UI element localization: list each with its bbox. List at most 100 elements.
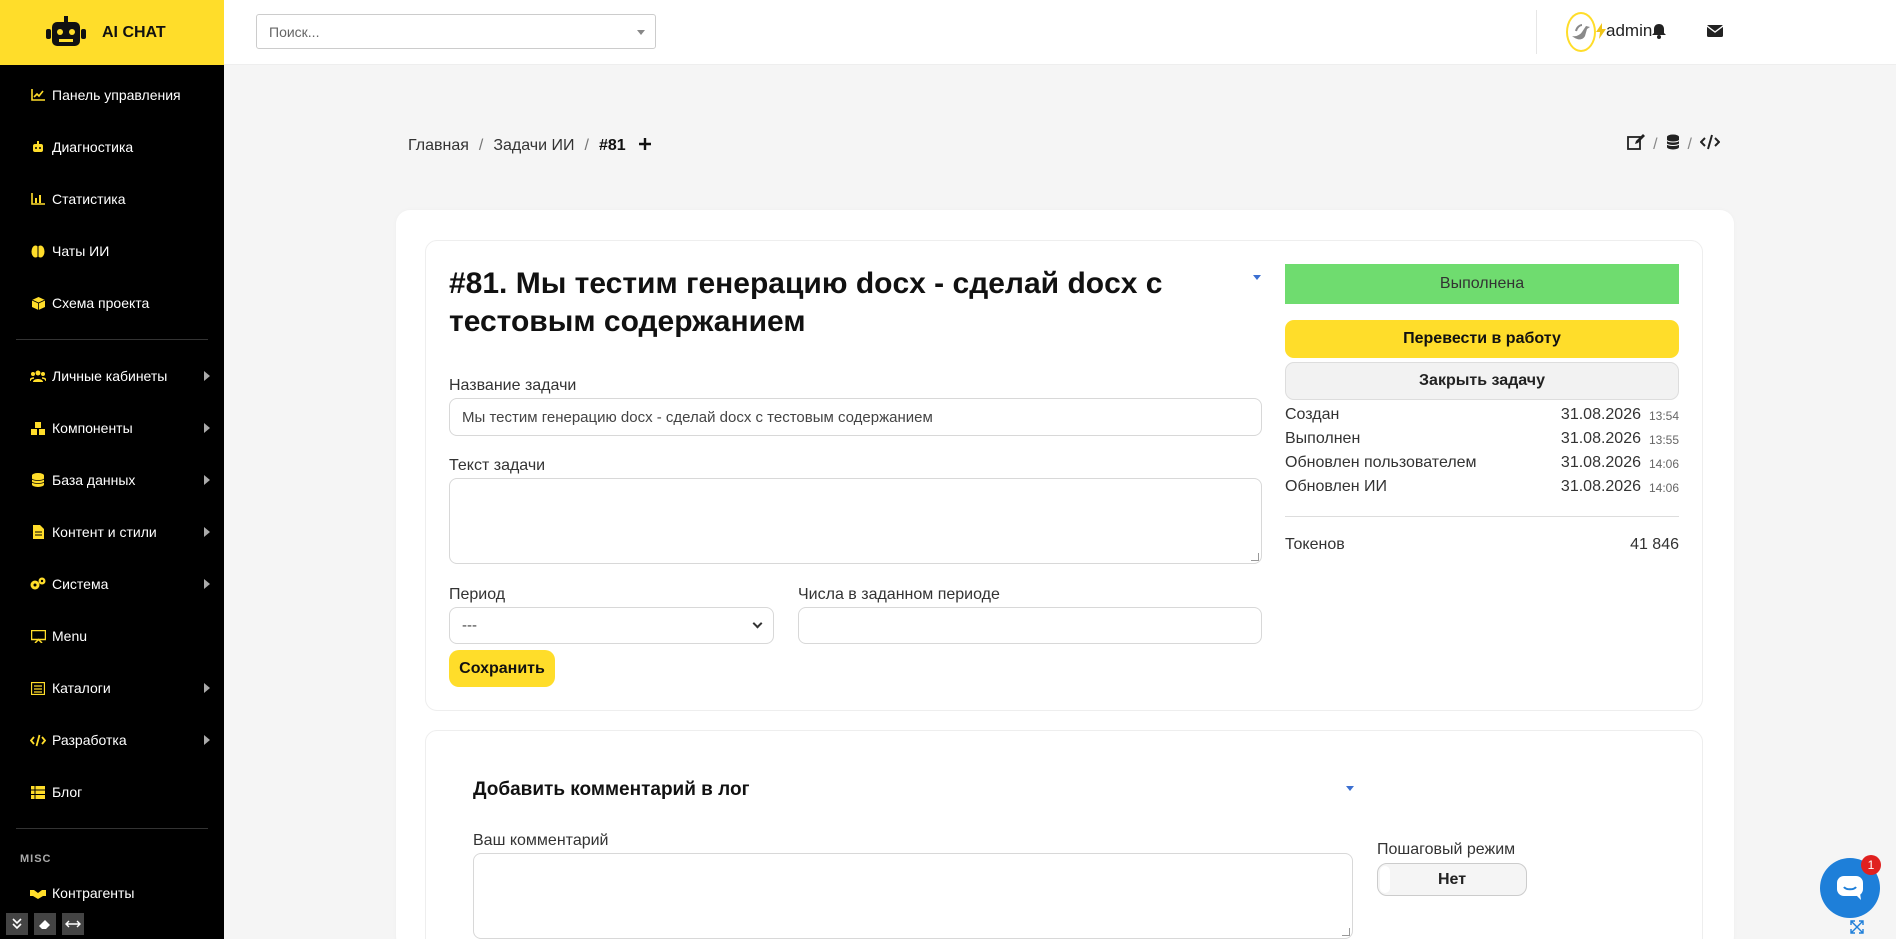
sidebar-item-label: Диагностика	[52, 139, 134, 155]
database-icon[interactable]	[1666, 134, 1680, 155]
code-icon[interactable]	[1699, 134, 1721, 155]
search-input[interactable]: Поиск...	[256, 14, 656, 49]
avatar[interactable]	[1566, 12, 1596, 52]
resize-handle-icon[interactable]	[1342, 928, 1350, 936]
page-title: #81. Мы тестим генерацию docx - сделай d…	[449, 267, 1163, 338]
period-select[interactable]: ---	[449, 607, 774, 644]
sidebar-item-label: Компоненты	[52, 420, 133, 436]
resize-handle-icon[interactable]	[1251, 553, 1259, 561]
meta-key: Обновлен пользователем	[1285, 454, 1477, 471]
sidebar-nav: Панель управления Диагностика Статистика…	[0, 65, 224, 329]
tokens-value: 41 846	[1630, 536, 1679, 553]
step-mode-toggle[interactable]: Нет	[1377, 863, 1527, 896]
close-task-button[interactable]: Закрыть задачу	[1285, 362, 1679, 400]
chevron-right-icon	[204, 683, 210, 693]
status-badge: Выполнена	[1285, 264, 1679, 304]
toggle-knob	[1380, 866, 1390, 893]
page-tools: / /	[1627, 134, 1721, 155]
tools-separator: /	[1687, 135, 1692, 153]
move-to-work-button[interactable]: Перевести в работу	[1285, 320, 1679, 358]
sidebar-item-personal-accounts[interactable]: Личные кабинеты	[0, 350, 224, 402]
tools-separator: /	[1653, 135, 1658, 153]
meta-key: Выполнен	[1285, 430, 1361, 447]
sidebar-item-label: Контрагенты	[52, 885, 135, 901]
comment-textarea[interactable]	[473, 853, 1353, 939]
expand-icon[interactable]	[1850, 920, 1864, 937]
meta-row-created: Создан 31.08.2026 13:54	[1285, 406, 1679, 428]
sidebar-item-development[interactable]: Разработка	[0, 714, 224, 766]
resize-horizontal-icon[interactable]	[62, 913, 84, 935]
handshake-icon	[30, 885, 46, 901]
notification-badge: 1	[1861, 855, 1881, 875]
username[interactable]: admin	[1606, 21, 1652, 41]
step-mode-value: Нет	[1437, 870, 1467, 888]
cubes-icon	[30, 420, 46, 436]
meta-row-updated-ai: Обновлен ИИ 31.08.2026 14:06	[1285, 478, 1679, 500]
sidebar-item-database[interactable]: База данных	[0, 454, 224, 506]
robot-icon	[46, 15, 86, 46]
sidebar-item-diagnostics[interactable]: Диагностика	[0, 121, 224, 173]
meta-row-completed: Выполнен 31.08.2026 13:55	[1285, 430, 1679, 452]
chevron-right-icon	[204, 371, 210, 381]
cogs-icon	[30, 576, 46, 592]
sidebar-item-system[interactable]: Система	[0, 558, 224, 610]
sidebar-item-content-styles[interactable]: Контент и стили	[0, 506, 224, 558]
sidebar-item-contractors[interactable]: Контрагенты	[0, 879, 224, 907]
search-placeholder: Поиск...	[269, 23, 320, 40]
chevron-right-icon	[204, 423, 210, 433]
brand[interactable]: AI CHAT	[0, 0, 224, 65]
step-mode-label: Пошаговый режим	[1377, 841, 1516, 858]
sidebar-item-blog[interactable]: Блог	[0, 766, 224, 818]
task-name-input[interactable]: Мы тестим генерацию docx - сделай docx с…	[449, 398, 1262, 436]
breadcrumb-home[interactable]: Главная	[408, 137, 469, 155]
edit-icon[interactable]	[1627, 134, 1646, 155]
breadcrumb-section[interactable]: Задачи ИИ	[493, 137, 574, 155]
file-icon	[30, 524, 46, 540]
task-name-value: Мы тестим генерацию docx - сделай docx с…	[462, 408, 933, 426]
misc-section-label: MISC	[20, 853, 52, 865]
period-label: Период	[449, 586, 506, 603]
add-icon[interactable]	[638, 134, 652, 157]
meta-time: 13:55	[1648, 433, 1679, 447]
header-separator	[1536, 10, 1537, 54]
sidebar-item-dashboard[interactable]: Панель управления	[0, 69, 224, 121]
period-value: ---	[462, 617, 477, 634]
collapse-down-icon[interactable]	[6, 913, 28, 935]
eraser-icon[interactable]	[34, 913, 56, 935]
envelope-icon[interactable]	[1706, 22, 1724, 40]
chart-line-icon	[30, 87, 46, 103]
breadcrumb-separator: /	[478, 136, 484, 154]
sidebar-item-menu[interactable]: Menu	[0, 610, 224, 662]
chevron-right-icon	[204, 527, 210, 537]
sidebar-item-label: База данных	[52, 472, 136, 488]
task-text-textarea[interactable]	[449, 478, 1262, 564]
breadcrumb-current: #81	[598, 136, 626, 154]
collapse-toggle-icon[interactable]	[1253, 275, 1261, 280]
robot-icon	[30, 139, 46, 155]
save-button[interactable]: Сохранить	[449, 650, 555, 687]
breadcrumb-separator: /	[584, 136, 589, 154]
sidebar-item-project-scheme[interactable]: Схема проекта	[0, 277, 224, 329]
chat-bubble-icon	[1837, 876, 1863, 900]
sidebar-item-components[interactable]: Компоненты	[0, 402, 224, 454]
meta-date: 31.08.2026	[1560, 406, 1641, 423]
sidebar-item-label: Личные кабинеты	[52, 368, 168, 384]
cube-icon	[30, 295, 46, 311]
sidebar-item-catalogs[interactable]: Каталоги	[0, 662, 224, 714]
bell-icon[interactable]	[1650, 22, 1668, 40]
sidebar-item-statistics[interactable]: Статистика	[0, 173, 224, 225]
meta-time: 14:06	[1648, 481, 1679, 495]
sidebar-item-label: Каталоги	[52, 680, 111, 696]
chevron-down-icon	[637, 30, 645, 35]
sidebar-item-ai-chats[interactable]: Чаты ИИ	[0, 225, 224, 277]
comment-label: Ваш комментарий	[473, 832, 609, 849]
collapse-toggle-icon[interactable]	[1346, 786, 1354, 791]
brand-name: AI CHAT	[102, 23, 166, 41]
sidebar-item-label: Система	[52, 576, 109, 592]
sidebar-item-label: Menu	[52, 628, 88, 644]
period-numbers-label: Числа в заданном периоде	[798, 586, 1000, 603]
meta-date: 31.08.2026	[1560, 454, 1641, 471]
meta-date: 31.08.2026	[1560, 430, 1641, 447]
period-numbers-input[interactable]	[798, 607, 1262, 644]
table-list-icon	[30, 784, 46, 800]
